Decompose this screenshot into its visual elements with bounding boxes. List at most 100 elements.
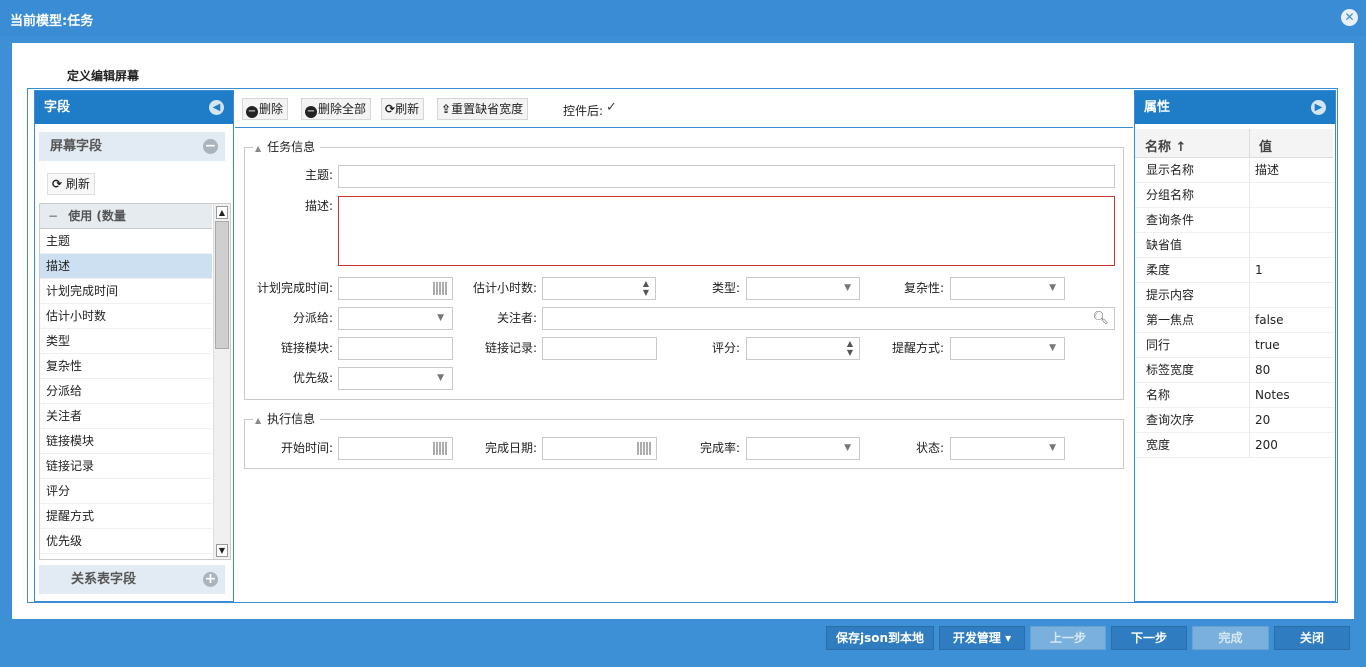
property-row[interactable]: 缺省值 xyxy=(1135,233,1333,258)
next-step-button[interactable]: 下一步 xyxy=(1111,626,1187,650)
collapse-triangle-icon[interactable]: ▲ xyxy=(255,416,261,425)
property-row[interactable]: 柔度 1 xyxy=(1135,258,1333,283)
property-grid: 名称 ↑ 值 显示名称 描述分组名称查询条件 缺省值 柔度 1 提示内容 第一焦点 false… xyxy=(1135,129,1333,458)
property-row[interactable]: 显示名称 描述 xyxy=(1135,158,1333,183)
calendar-icon[interactable] xyxy=(637,442,652,455)
reset-width-button[interactable]: ⇪重置缺省宽度 xyxy=(437,98,529,120)
property-row[interactable]: 分组名称 xyxy=(1135,183,1333,208)
search-icon[interactable]: 🔍︎ xyxy=(1092,311,1109,326)
scroll-down-icon[interactable]: ▼ xyxy=(216,544,228,557)
minus-circle-icon[interactable]: − xyxy=(203,139,218,154)
field-list-item[interactable]: 分派给 xyxy=(40,379,212,404)
save-json-button[interactable]: 保存json到本地 xyxy=(826,626,934,650)
prev-step-button[interactable]: 上一步 xyxy=(1030,626,1106,650)
field-list-item[interactable]: 计划完成时间 xyxy=(40,279,212,304)
follower-input[interactable]: 🔍︎ xyxy=(542,307,1115,330)
relation-fields-accordion[interactable]: 关系表字段 + xyxy=(39,565,225,594)
chevron-down-icon[interactable]: ▼ xyxy=(1049,283,1056,293)
link-record-input[interactable] xyxy=(542,337,657,360)
screen-fields-refresh-button[interactable]: ⟳ 刷新 xyxy=(47,173,95,195)
task-info-legend[interactable]: ▲ 任务信息 xyxy=(253,139,321,157)
spinner-icon[interactable]: ▲ ▼ xyxy=(643,279,649,297)
property-value[interactable]: 1 xyxy=(1255,258,1263,283)
close-icon[interactable]: ✕ xyxy=(1341,9,1358,26)
description-textarea[interactable] xyxy=(338,196,1115,266)
subject-input[interactable] xyxy=(338,165,1115,188)
field-list-item[interactable]: 关注者 xyxy=(40,404,212,429)
calendar-icon[interactable] xyxy=(433,442,448,455)
link-module-input[interactable] xyxy=(338,337,453,360)
field-list-item[interactable]: 复杂性 xyxy=(40,354,212,379)
close-button[interactable]: 关闭 xyxy=(1274,626,1350,650)
scroll-up-icon[interactable]: ▲ xyxy=(216,206,228,219)
chevron-down-icon[interactable]: ▼ xyxy=(1049,343,1056,353)
column-name-header[interactable]: 名称 ↑ xyxy=(1145,136,1186,155)
remind-select[interactable]: ▼ xyxy=(950,337,1065,360)
exec-info-legend[interactable]: ▲ 执行信息 xyxy=(253,411,321,429)
fields-panel-header: 字段 ◀ xyxy=(35,91,233,124)
refresh-button[interactable]: ⟳刷新 xyxy=(381,98,425,120)
property-row[interactable]: 查询条件 xyxy=(1135,208,1333,233)
chevron-down-icon[interactable]: ▼ xyxy=(437,373,444,383)
field-list-item[interactable]: 优先级 xyxy=(40,529,212,554)
collapse-right-icon[interactable]: ▶ xyxy=(1311,100,1326,115)
property-value[interactable]: 80 xyxy=(1255,358,1270,383)
chevron-down-icon[interactable]: ▼ xyxy=(437,313,444,323)
chevron-down-icon[interactable]: ▼ xyxy=(844,283,851,293)
done-rate-select[interactable]: ▼ xyxy=(746,437,860,460)
complexity-select[interactable]: ▼ xyxy=(950,277,1065,300)
field-list-item[interactable]: 评分 xyxy=(40,479,212,504)
property-value[interactable]: true xyxy=(1255,333,1280,358)
property-name: 分组名称 xyxy=(1146,188,1195,202)
start-time-input[interactable] xyxy=(338,437,453,460)
property-row[interactable]: 标签宽度 80 xyxy=(1135,358,1333,383)
chevron-down-icon[interactable]: ▼ xyxy=(844,443,851,453)
chevron-down-icon[interactable]: ▼ xyxy=(1049,443,1056,453)
collapse-left-icon[interactable]: ◀ xyxy=(209,100,224,115)
property-row[interactable]: 名称 Notes xyxy=(1135,383,1333,408)
after-control-checkbox[interactable]: ✓ xyxy=(606,101,620,115)
est-hours-input[interactable]: ▲ ▼ xyxy=(542,277,656,300)
property-row[interactable]: 同行 true xyxy=(1135,333,1333,358)
property-value[interactable]: Notes xyxy=(1255,383,1290,408)
done-date-input[interactable] xyxy=(542,437,657,460)
plan-time-input[interactable] xyxy=(338,277,453,300)
property-row[interactable]: 宽度 200 xyxy=(1135,433,1333,458)
property-value[interactable]: 描述 xyxy=(1255,158,1279,183)
spinner-icon[interactable]: ▲ ▼ xyxy=(847,339,853,357)
field-list-scrollbar[interactable]: ▲ ▼ xyxy=(213,204,230,559)
assign-select[interactable]: ▼ xyxy=(338,307,453,330)
upload-icon: ⇪ xyxy=(441,102,452,116)
field-list-header[interactable]: − 使用 (数量 xyxy=(40,204,212,229)
delete-all-label: 删除全部 xyxy=(318,102,367,116)
collapse-group-icon[interactable]: − xyxy=(48,209,58,223)
field-list-item[interactable]: 提醒方式 xyxy=(40,504,212,529)
priority-select[interactable]: ▼ xyxy=(338,367,453,390)
property-row[interactable]: 提示内容 xyxy=(1135,283,1333,308)
property-value[interactable]: 20 xyxy=(1255,408,1270,433)
status-select[interactable]: ▼ xyxy=(950,437,1065,460)
complexity-label: 复杂性: xyxy=(903,281,944,295)
rating-input[interactable]: ▲ ▼ xyxy=(746,337,860,360)
collapse-triangle-icon[interactable]: ▲ xyxy=(255,144,261,153)
field-list-item[interactable]: 类型 xyxy=(40,329,212,354)
field-list-item[interactable]: 主题 xyxy=(40,229,212,254)
calendar-icon[interactable] xyxy=(433,282,448,295)
field-list-item[interactable]: 链接记录 xyxy=(40,454,212,479)
delete-all-button[interactable]: − 删除全部 xyxy=(301,98,372,120)
field-list-item[interactable]: 描述 xyxy=(40,254,212,279)
property-row[interactable]: 查询次序 20 xyxy=(1135,408,1333,433)
property-row[interactable]: 第一焦点 false xyxy=(1135,308,1333,333)
field-list-item[interactable]: 估计小时数 xyxy=(40,304,212,329)
column-value-header[interactable]: 值 xyxy=(1259,136,1272,155)
plus-circle-icon[interactable]: + xyxy=(203,572,218,587)
property-value[interactable]: false xyxy=(1255,308,1284,333)
scroll-thumb[interactable] xyxy=(215,221,229,349)
field-list-item[interactable]: 链接模块 xyxy=(40,429,212,454)
finish-button[interactable]: 完成 xyxy=(1192,626,1269,650)
delete-button[interactable]: − 删除 xyxy=(242,98,289,120)
property-value[interactable]: 200 xyxy=(1255,433,1278,458)
screen-fields-accordion[interactable]: 屏幕字段 − xyxy=(39,132,225,161)
type-select[interactable]: ▼ xyxy=(746,277,860,300)
dev-manage-dropdown[interactable]: 开发管理 ▾ xyxy=(939,626,1025,650)
